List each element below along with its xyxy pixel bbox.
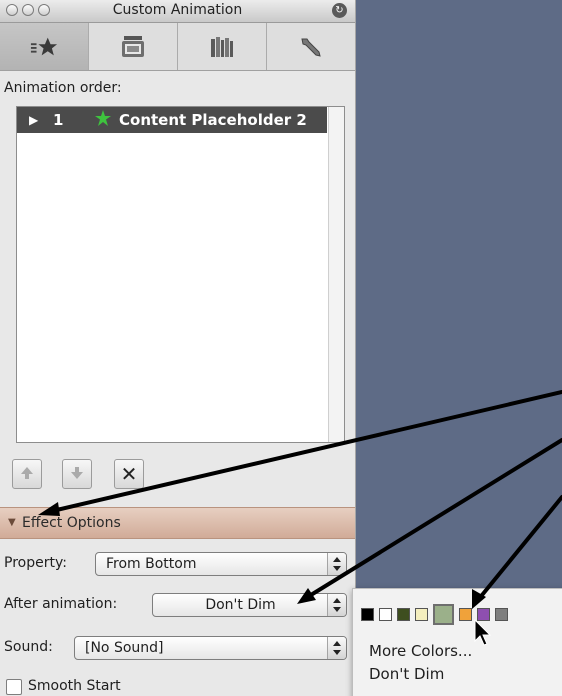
annotation-overlay — [38, 390, 562, 646]
arrowhead-icon — [297, 588, 316, 604]
arrowhead-icon — [38, 502, 60, 516]
callout-arrow-after-animation — [304, 438, 562, 600]
callout-arrow-effect-options — [46, 390, 562, 514]
screen: Custom Animation ↻ Animation order: ▶ 1 … — [0, 0, 562, 696]
callout-arrow-color-swatch — [476, 495, 562, 602]
mouse-cursor-icon — [474, 618, 492, 646]
